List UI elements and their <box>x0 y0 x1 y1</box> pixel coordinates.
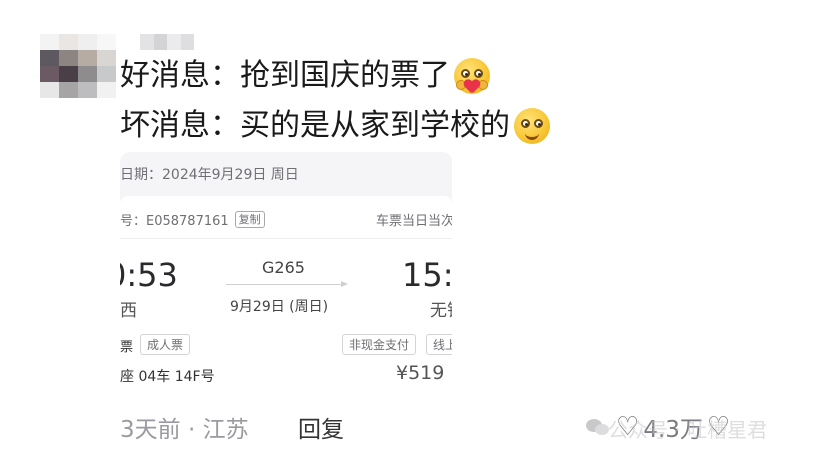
payment-badge: 非现金支付 <box>342 334 417 355</box>
online-badge: 线上 <box>426 334 452 355</box>
hugging-face-emoji-icon <box>454 58 490 94</box>
order-number-text: 号：E058787161 <box>120 214 229 229</box>
reply-button[interactable]: 回复 <box>298 410 344 444</box>
passenger-type-badge: 成人票 <box>140 334 191 355</box>
seat-info: 座 04车 14F号 <box>120 369 215 385</box>
wechat-icon <box>586 417 610 437</box>
avatar[interactable] <box>40 34 116 98</box>
arrival-time: 15:4 <box>402 256 452 294</box>
travel-date: 9月29日 (周日) <box>230 299 329 315</box>
post-meta: 3天前 · 江苏 <box>120 417 249 443</box>
train-number: G265 <box>262 258 305 277</box>
divider <box>120 238 452 239</box>
post-line-good-news: 好消息：抢到国庆的票了 <box>120 56 490 96</box>
watermark: 公众号 · 吐槽星君 <box>608 418 768 442</box>
username-blurred[interactable] <box>140 34 194 50</box>
departure-station: 西 <box>120 301 137 321</box>
ticket-image[interactable]: 日期：2024年9月29日 周日 号：E058787161 复制 车票当日当次 … <box>120 152 452 402</box>
refund-note: 车票当日当次 <box>375 214 452 229</box>
smiling-face-emoji-icon <box>514 108 550 144</box>
arrival-station: 无锡 <box>430 301 452 321</box>
post-text-line1: 好消息：抢到国庆的票了 <box>120 58 450 93</box>
post-line-bad-news: 坏消息：买的是从家到学校的 <box>120 106 550 146</box>
ticket-price: ¥519 <box>396 362 445 384</box>
departure-time: 0:53 <box>120 256 178 294</box>
copy-button[interactable]: 复制 <box>234 211 265 228</box>
route-arrow-icon <box>226 281 348 287</box>
post-text-line2: 坏消息：买的是从家到学校的 <box>120 108 510 143</box>
ticket-date: 日期：2024年9月29日 周日 <box>120 167 299 183</box>
ticket-kind: 票 <box>120 340 134 355</box>
ticket-order-number: 号：E058787161 复制 <box>120 210 265 229</box>
ticket-details-panel: 号：E058787161 复制 车票当日当次 0:53 G265 15:4 西 … <box>120 196 452 402</box>
